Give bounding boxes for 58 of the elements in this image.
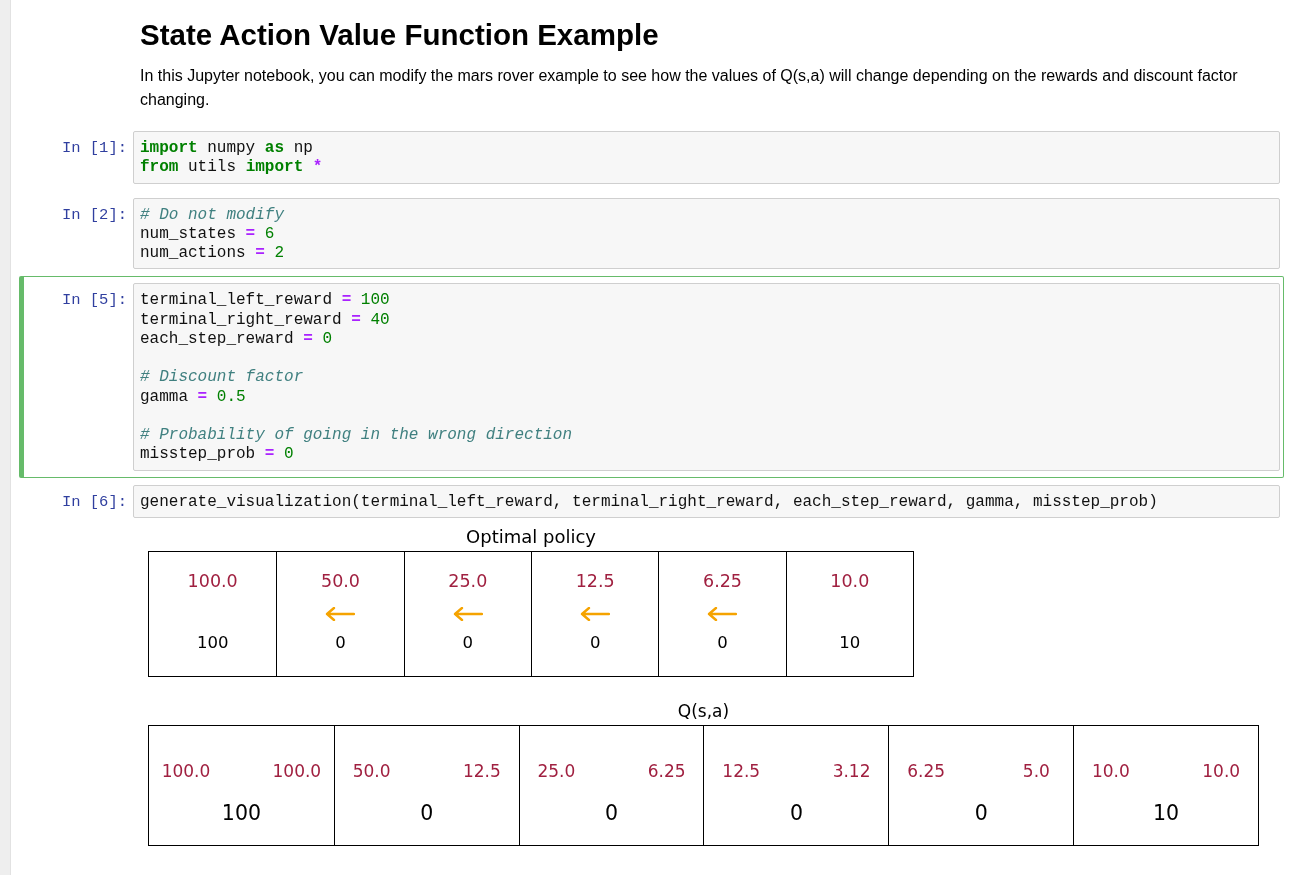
notebook-cell[interactable]: In [5]: terminal_left_reward = 100 terminal_right_reward = 40 each_step_reward = 0 # Discount factor gamma = 0.5 # Probability of going in the wrong direction misstep_prob = 0 (19, 276, 1284, 478)
reward-value: 10 (839, 632, 861, 653)
input-prompt: In [2]: (61, 204, 128, 225)
q-value: 12.5 (722, 760, 761, 781)
state-value: 6.25 (703, 570, 742, 591)
input-prompt: In [1]: (61, 138, 128, 159)
q-value: 100.0 (161, 760, 211, 781)
reward-value: 0 (462, 632, 474, 653)
q-value: 6.25 (647, 760, 686, 781)
figure-title: Q(s,a) (677, 701, 730, 720)
code-line: terminal_right_reward = 40 (140, 310, 390, 330)
reward-value: 0 (717, 632, 728, 653)
code-line: # Probability of going in the wrong direction (140, 426, 573, 446)
q-value: 10.0 (1092, 760, 1130, 781)
figure-title: Optimal policy (466, 526, 596, 547)
reward-value: 0 (789, 800, 803, 825)
input-prompt: In [5]: (61, 290, 128, 311)
code-line: misstep_prob = 0 (140, 445, 294, 465)
state-value: 10.0 (830, 570, 870, 591)
reward-value: 0 (589, 632, 601, 653)
notebook-cell[interactable]: In [2]: # Do not modify num_states = 6 num_actions = 2 (19, 190, 1284, 277)
state-value: 25.0 (448, 570, 488, 591)
code-line: import numpy as np (140, 139, 313, 159)
code-editor[interactable]: terminal_left_reward = 100 terminal_right_reward = 40 each_step_reward = 0 # Discount factor gamma = 0.5 # Probability of going in the wrong direction misstep_prob = 0 (133, 283, 1280, 471)
q-value: 5.0 (1022, 760, 1050, 781)
code-line: terminal_left_reward = 100 (140, 291, 390, 311)
q-value: 100.0 (272, 760, 322, 781)
code-line: generate_visualization(terminal_left_reward, terminal_right_reward, each_step_reward, gamma, misstep_prob) (140, 492, 1158, 512)
reward-value: 100 (221, 800, 261, 825)
code-editor[interactable]: generate_visualization(terminal_left_reward, terminal_right_reward, each_step_reward, gamma, misstep_prob) (133, 484, 1280, 518)
notebook-cell[interactable]: In [1]: import numpy as np from utils import * (19, 124, 1284, 191)
q-value: 12.5 (462, 760, 501, 781)
code-line: from utils import * (140, 158, 323, 178)
q-value: 10.0 (1202, 760, 1241, 781)
code-line: # Do not modify (140, 205, 285, 225)
q-value: 6.25 (907, 760, 945, 781)
q-value: 3.12 (832, 760, 871, 781)
code-line: each_step_reward = 0 (140, 329, 333, 349)
reward-value: 0 (605, 800, 619, 825)
notebook-heading: State Action Value Function Example (140, 18, 660, 52)
q-value: 25.0 (537, 760, 576, 781)
intro-paragraph: In this Jupyter notebook, you can modify the mars rover example to see how the values of Q(s,a) will change depending on the rewards and discount factor changing. (140, 66, 1239, 110)
code-line: gamma = 0.5 (140, 387, 246, 407)
state-value: 100.0 (187, 570, 238, 591)
reward-value: 0 (335, 632, 346, 653)
reward-value: 100 (196, 632, 229, 653)
reward-value: 0 (420, 800, 434, 825)
state-value: 12.5 (575, 570, 615, 591)
reward-value: 10 (1153, 800, 1180, 825)
state-value: 50.0 (321, 570, 360, 591)
q-value: 50.0 (352, 760, 391, 781)
input-prompt: In [6]: (61, 491, 128, 512)
code-line: # Discount factor (140, 368, 304, 388)
reward-value: 0 (974, 800, 988, 825)
code-line: num_states = 6 (140, 224, 275, 244)
code-editor[interactable]: import numpy as np from utils import * (133, 131, 1280, 184)
code-editor[interactable]: # Do not modify num_states = 6 num_actions = 2 (133, 197, 1280, 270)
code-line: num_actions = 2 (140, 244, 285, 264)
